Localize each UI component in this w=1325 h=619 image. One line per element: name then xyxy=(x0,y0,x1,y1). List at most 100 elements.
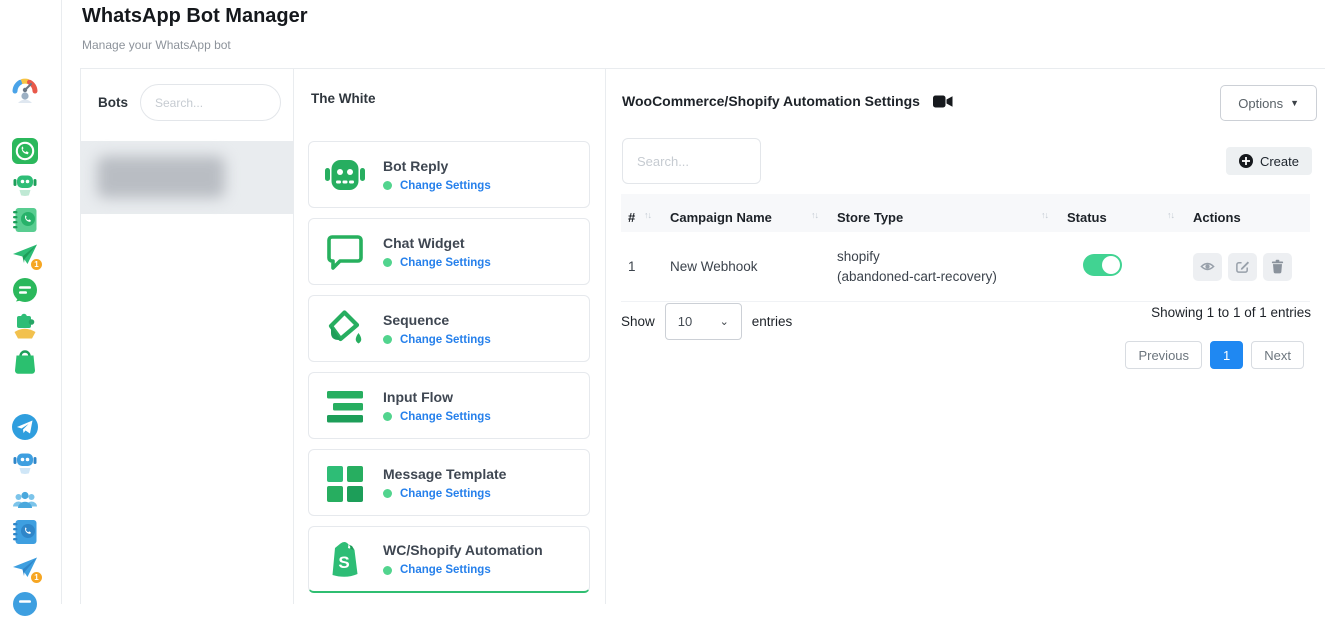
paint-bucket-icon xyxy=(323,307,367,351)
bots-panel-label: Bots xyxy=(98,95,128,110)
status-dot xyxy=(383,258,392,267)
app-icon-rail: 1 1 xyxy=(0,0,62,604)
campaign-search-input[interactable] xyxy=(622,138,761,184)
column-header-store-type[interactable]: Store Type↑↓ xyxy=(832,202,1062,225)
entries-label: entries xyxy=(752,314,793,329)
video-tutorial-icon[interactable] xyxy=(933,95,953,108)
trash-icon xyxy=(1270,259,1285,274)
groups-blue-icon[interactable] xyxy=(11,486,39,514)
page-title: WhatsApp Bot Manager xyxy=(82,5,308,28)
campaign-name: New Webhook xyxy=(665,259,832,274)
status-dot xyxy=(383,335,392,344)
store-green-icon[interactable] xyxy=(11,347,39,375)
svg-text:S: S xyxy=(338,553,349,572)
toggle-knob xyxy=(1102,256,1120,274)
bot-menu-title: The White xyxy=(311,91,376,106)
bots-search-input[interactable] xyxy=(140,84,281,121)
edit-icon xyxy=(1235,259,1250,274)
delete-button[interactable] xyxy=(1263,253,1292,281)
status-dot xyxy=(383,566,392,575)
bot-name-redacted xyxy=(97,156,225,198)
eye-icon xyxy=(1200,259,1215,274)
bars-icon xyxy=(323,384,367,428)
row-number: 1 xyxy=(621,259,665,274)
store-type: shopify (abandoned-cart-recovery) xyxy=(832,247,1062,286)
card-chat-widget[interactable]: Chat Widget Change Settings xyxy=(308,218,590,285)
column-header-status[interactable]: Status↑↓ xyxy=(1062,202,1188,225)
entries-summary: Showing 1 to 1 of 1 entries xyxy=(1151,305,1311,320)
page-subtitle: Manage your WhatsApp bot xyxy=(82,38,231,52)
chat-bubble-icon xyxy=(323,230,367,274)
show-label: Show xyxy=(621,314,655,329)
change-settings-link[interactable]: Change Settings xyxy=(400,334,491,346)
bots-panel: Bots xyxy=(81,69,294,604)
edit-button[interactable] xyxy=(1228,253,1257,281)
view-button[interactable] xyxy=(1193,253,1222,281)
card-label: Sequence xyxy=(383,312,491,328)
whatsapp-icon[interactable] xyxy=(11,137,39,165)
status-cell xyxy=(1062,254,1188,279)
bot-manager-container: Bots The White Bot Reply Change Settings xyxy=(80,68,1325,604)
card-label: Message Template xyxy=(383,466,506,482)
dashboard-gauge-icon[interactable] xyxy=(11,76,39,104)
pagination: Previous 1 Next xyxy=(1125,341,1304,369)
notification-badge: 1 xyxy=(30,258,43,271)
settings-title: WooCommerce/Shopify Automation Settings xyxy=(622,93,920,109)
robot-green-icon[interactable] xyxy=(11,171,39,199)
options-button[interactable]: Options▼ xyxy=(1220,85,1317,121)
change-settings-link[interactable]: Change Settings xyxy=(400,564,491,576)
page-size-select[interactable]: 10 ⌄ xyxy=(665,303,742,340)
broadcast-green-icon[interactable]: 1 xyxy=(11,241,39,269)
chevron-down-icon: ▼ xyxy=(1290,98,1299,108)
campaigns-table: #↑↓ Campaign Name↑↓ Store Type↑↓ Status↑… xyxy=(621,194,1310,302)
chat-blue-icon[interactable] xyxy=(11,591,39,619)
card-label: Chat Widget xyxy=(383,235,491,251)
change-settings-link[interactable]: Change Settings xyxy=(400,180,491,192)
bot-list-item-selected[interactable] xyxy=(81,141,293,214)
card-sequence[interactable]: Sequence Change Settings xyxy=(308,295,590,362)
table-row: 1 New Webhook shopify (abandoned-cart-re… xyxy=(621,232,1310,302)
column-header-num[interactable]: #↑↓ xyxy=(621,202,665,225)
card-label: Input Flow xyxy=(383,389,491,405)
card-input-flow[interactable]: Input Flow Change Settings xyxy=(308,372,590,439)
chevron-down-icon: ⌄ xyxy=(720,315,729,328)
column-header-actions: Actions xyxy=(1188,202,1310,225)
actions-cell xyxy=(1188,253,1310,281)
chat-green-icon[interactable] xyxy=(11,277,39,305)
current-page-button[interactable]: 1 xyxy=(1210,341,1243,369)
change-settings-link[interactable]: Change Settings xyxy=(400,488,491,500)
card-wc-shopify-automation[interactable]: S WC/Shopify Automation Change Settings xyxy=(308,526,590,593)
contacts-green-icon[interactable] xyxy=(11,206,39,234)
card-label: WC/Shopify Automation xyxy=(383,542,543,558)
plus-circle-icon xyxy=(1239,154,1253,168)
next-page-button[interactable]: Next xyxy=(1251,341,1304,369)
status-dot xyxy=(383,489,392,498)
shopify-bag-icon: S xyxy=(323,537,367,581)
broadcast-blue-icon[interactable]: 1 xyxy=(11,554,39,582)
contacts-blue-icon[interactable] xyxy=(11,518,39,546)
status-dot xyxy=(383,181,392,190)
integrations-green-icon[interactable] xyxy=(11,312,39,340)
status-toggle[interactable] xyxy=(1083,254,1122,276)
card-label: Bot Reply xyxy=(383,158,491,174)
change-settings-link[interactable]: Change Settings xyxy=(400,257,491,269)
grid-icon xyxy=(323,461,367,505)
column-header-campaign-name[interactable]: Campaign Name↑↓ xyxy=(665,202,832,225)
telegram-icon[interactable] xyxy=(11,413,39,441)
notification-badge: 1 xyxy=(30,571,43,584)
previous-page-button[interactable]: Previous xyxy=(1125,341,1202,369)
sort-icon: ↑↓ xyxy=(1041,210,1048,220)
robot-blue-icon[interactable] xyxy=(11,449,39,477)
card-bot-reply[interactable]: Bot Reply Change Settings xyxy=(308,141,590,208)
sort-icon: ↑↓ xyxy=(811,210,818,220)
sort-icon: ↑↓ xyxy=(1167,210,1174,220)
bot-menu-panel: The White Bot Reply Change Settings Chat… xyxy=(294,69,606,604)
sort-icon: ↑↓ xyxy=(644,210,651,220)
create-button[interactable]: Create xyxy=(1226,147,1312,175)
status-dot xyxy=(383,412,392,421)
card-message-template[interactable]: Message Template Change Settings xyxy=(308,449,590,516)
page-size-control: Show 10 ⌄ entries xyxy=(621,303,792,340)
robot-icon xyxy=(323,153,367,197)
change-settings-link[interactable]: Change Settings xyxy=(400,411,491,423)
table-header-row: #↑↓ Campaign Name↑↓ Store Type↑↓ Status↑… xyxy=(621,194,1310,232)
